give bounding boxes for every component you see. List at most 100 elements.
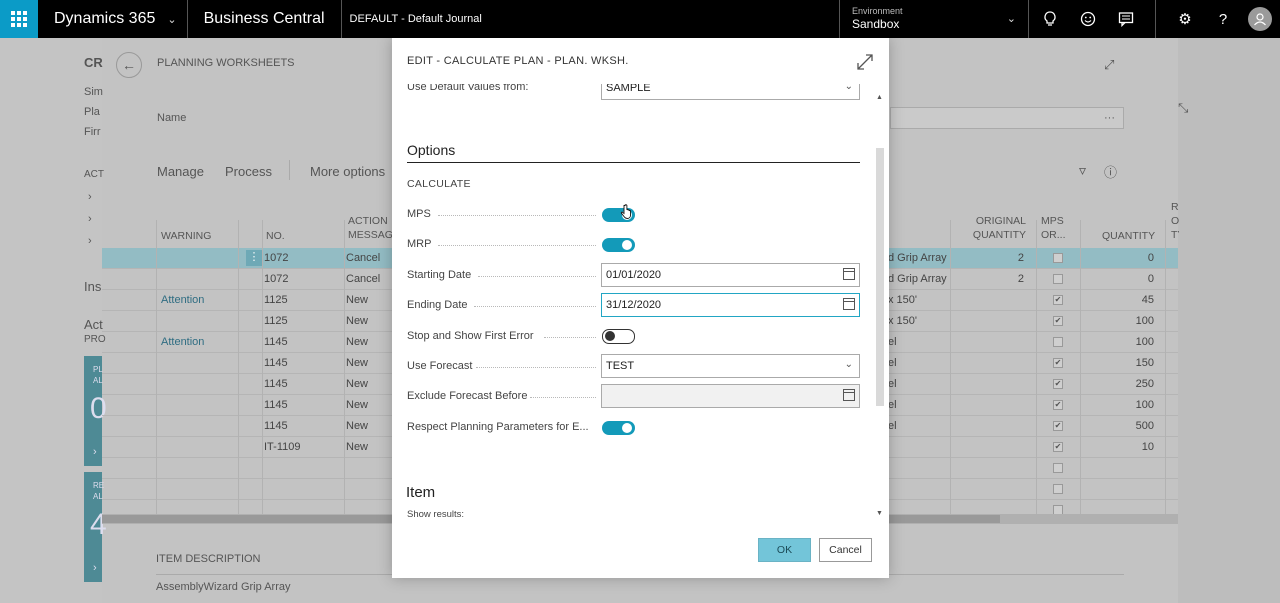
expand-icon[interactable] bbox=[855, 52, 875, 72]
dialog-title: EDIT - CALCULATE PLAN - PLAN. WKSH. bbox=[407, 55, 629, 67]
table-cell: 10 bbox=[1141, 441, 1154, 453]
collapse-icon[interactable]: ⤢ bbox=[1104, 57, 1114, 73]
table-cell: el bbox=[888, 378, 897, 390]
calendar-icon[interactable] bbox=[843, 268, 855, 280]
mps-checkbox[interactable] bbox=[1053, 253, 1063, 263]
left-label: Sim bbox=[84, 86, 103, 98]
column-divider bbox=[950, 220, 951, 516]
scroll-up-icon[interactable]: ▲ bbox=[876, 94, 883, 101]
table-cell: New bbox=[346, 294, 369, 306]
cue-tile[interactable]: PL AL 0 › bbox=[84, 356, 107, 466]
app-name: Dynamics 365 bbox=[54, 10, 156, 27]
mps-checkbox[interactable]: ✔ bbox=[1053, 316, 1063, 326]
default-values-select[interactable]: SAMPLE ⌄ bbox=[601, 84, 860, 100]
mps-checkbox[interactable]: ✔ bbox=[1053, 442, 1063, 452]
environment-label: Environment bbox=[852, 6, 903, 16]
left-label: Act bbox=[84, 317, 103, 332]
show-results-label: Show results: bbox=[407, 509, 465, 520]
table-cell: 100 bbox=[1135, 315, 1154, 327]
table-cell: IT-1109 bbox=[264, 441, 301, 453]
chevron-down-icon: ⌄ bbox=[844, 359, 853, 370]
cue-tile[interactable]: RE AL 4 › bbox=[84, 472, 107, 582]
table-cell: Cancel bbox=[346, 252, 381, 264]
chevron-down-icon: ⌄ bbox=[844, 84, 853, 92]
app-launcher-button[interactable] bbox=[0, 0, 38, 38]
mps-checkbox[interactable] bbox=[1053, 463, 1063, 473]
dialog-scrollbar[interactable]: ▲ ▼ bbox=[874, 90, 886, 522]
expand-icon[interactable]: ⤡ bbox=[1178, 100, 1188, 116]
column-header[interactable]: MPS OR... bbox=[1041, 214, 1077, 242]
scrollbar-thumb[interactable] bbox=[876, 148, 884, 406]
gear-icon[interactable]: ⚙ bbox=[1166, 0, 1204, 38]
action-process[interactable]: Process bbox=[225, 164, 272, 179]
table-cell: el bbox=[888, 399, 897, 411]
table-cell: el bbox=[888, 336, 897, 348]
table-cell: New bbox=[346, 378, 369, 390]
stop-first-error-toggle[interactable] bbox=[602, 329, 635, 344]
product-name[interactable]: Business Central bbox=[188, 10, 341, 28]
table-cell: 100 bbox=[1135, 399, 1154, 411]
mps-checkbox[interactable] bbox=[1053, 274, 1063, 284]
use-forecast-label: Use Forecast bbox=[407, 360, 473, 372]
use-forecast-select[interactable]: TEST ⌄ bbox=[601, 354, 860, 378]
table-cell: Cancel bbox=[346, 273, 381, 285]
calendar-icon[interactable] bbox=[843, 298, 855, 310]
column-header[interactable]: NO. bbox=[266, 229, 285, 243]
table-cell: 0 bbox=[1147, 252, 1154, 264]
mps-checkbox[interactable] bbox=[1053, 484, 1063, 494]
calendar-icon[interactable] bbox=[843, 389, 855, 401]
table-cell: 45 bbox=[1141, 294, 1154, 306]
table-cell: 2 bbox=[1017, 273, 1024, 285]
ending-date-input[interactable]: 31/12/2020 bbox=[601, 293, 860, 317]
column-header[interactable]: ORIGINAL QUANTITY bbox=[970, 214, 1026, 242]
action-manage[interactable]: Manage bbox=[157, 164, 204, 179]
mrp-toggle[interactable] bbox=[602, 238, 635, 252]
table-cell: New bbox=[346, 441, 369, 453]
cancel-button[interactable]: Cancel bbox=[819, 538, 872, 562]
back-button[interactable]: ← bbox=[116, 52, 142, 78]
table-cell: New bbox=[346, 315, 369, 327]
scroll-down-icon[interactable]: ▼ bbox=[876, 510, 883, 517]
item-heading: Item bbox=[406, 484, 436, 501]
info-icon[interactable]: ⓘ bbox=[1104, 162, 1117, 181]
table-cell: 1125 bbox=[264, 294, 288, 306]
column-header[interactable]: ACTION MESSAG bbox=[348, 214, 392, 242]
mps-checkbox[interactable] bbox=[1053, 337, 1063, 347]
column-header[interactable]: R O TY bbox=[1171, 200, 1179, 242]
avatar[interactable] bbox=[1248, 7, 1272, 31]
chat-icon[interactable] bbox=[1107, 0, 1145, 38]
smiley-icon[interactable] bbox=[1069, 0, 1107, 38]
help-icon[interactable]: ? bbox=[1204, 0, 1242, 38]
mps-checkbox[interactable]: ✔ bbox=[1053, 379, 1063, 389]
respect-params-toggle[interactable] bbox=[602, 421, 635, 435]
column-divider bbox=[238, 220, 239, 516]
left-label: Pla bbox=[84, 106, 100, 118]
ok-button[interactable]: OK bbox=[758, 538, 811, 562]
mps-checkbox[interactable]: ✔ bbox=[1053, 358, 1063, 368]
chevron-right-icon: › bbox=[88, 213, 92, 225]
mps-checkbox[interactable]: ✔ bbox=[1053, 295, 1063, 305]
divider bbox=[407, 162, 860, 163]
column-header[interactable]: WARNING bbox=[161, 229, 211, 243]
name-field[interactable]: ··· bbox=[890, 107, 1124, 129]
action-more-options[interactable]: More options bbox=[310, 164, 385, 179]
exclude-forecast-input[interactable] bbox=[601, 384, 860, 408]
chevron-right-icon: › bbox=[88, 235, 92, 247]
environment-selector[interactable]: Environment Sandbox ⌄ bbox=[839, 0, 1029, 38]
row-menu-icon[interactable]: ⋮ bbox=[246, 250, 262, 266]
chevron-right-icon: › bbox=[93, 562, 97, 574]
stop-first-error-label: Stop and Show First Error bbox=[407, 330, 534, 342]
left-label: Firr bbox=[84, 126, 101, 138]
mps-checkbox[interactable]: ✔ bbox=[1053, 421, 1063, 431]
waffle-icon bbox=[11, 11, 27, 27]
table-cell: el bbox=[888, 357, 897, 369]
filter-icon[interactable]: ▿ bbox=[1079, 162, 1086, 179]
field-label: Use Default Values from: bbox=[407, 84, 529, 93]
lightbulb-icon[interactable] bbox=[1031, 0, 1069, 38]
table-cell[interactable]: Attention bbox=[161, 294, 204, 306]
mps-checkbox[interactable]: ✔ bbox=[1053, 400, 1063, 410]
starting-date-input[interactable]: 01/01/2020 bbox=[601, 263, 860, 287]
app-name-menu[interactable]: Dynamics 365 ⌄ bbox=[38, 0, 187, 38]
column-header[interactable]: QUANTITY bbox=[1102, 229, 1155, 243]
table-cell[interactable]: Attention bbox=[161, 336, 204, 348]
